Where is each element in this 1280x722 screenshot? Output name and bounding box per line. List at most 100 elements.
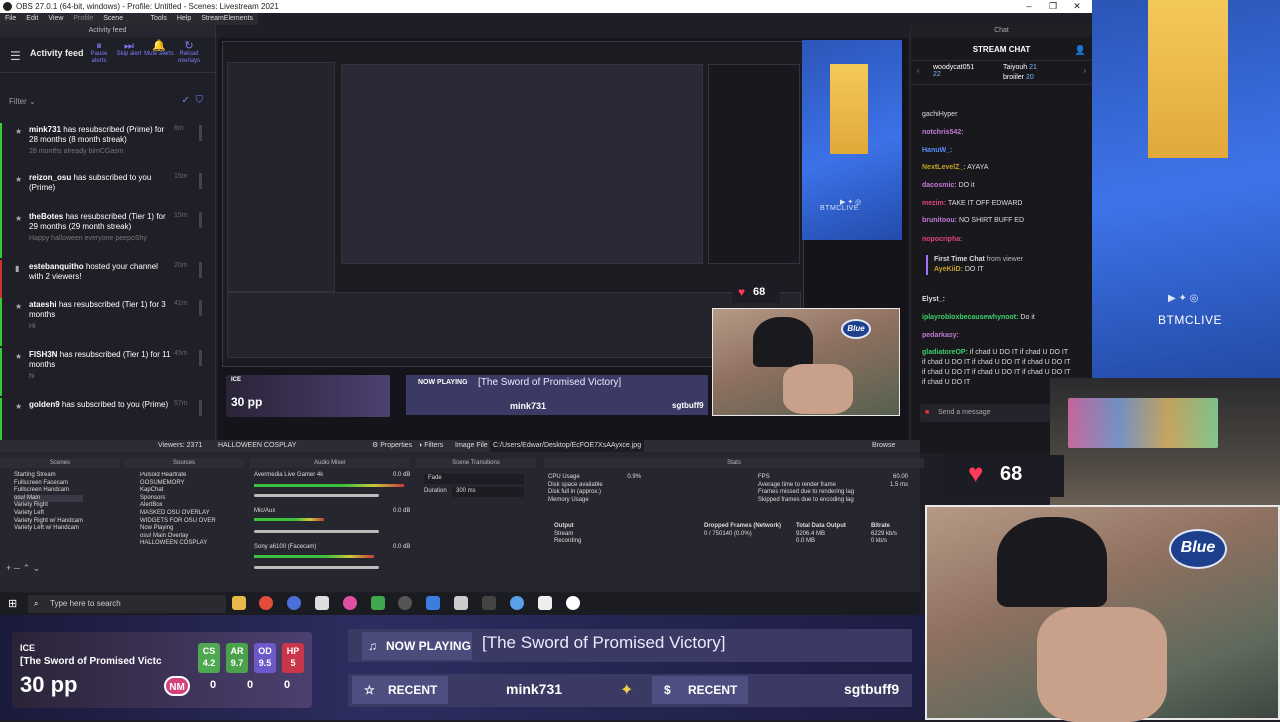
feed-item[interactable]: ★ golden9 has subscribed to you (Prime) … bbox=[0, 398, 210, 446]
menu-view[interactable]: View bbox=[43, 13, 68, 25]
feed-item[interactable]: ★ theBotes has resubscribed (Tier 1) for… bbox=[0, 210, 210, 258]
app-icon[interactable] bbox=[454, 596, 468, 610]
scene-item[interactable]: Variety Left w/ Handcam bbox=[14, 525, 83, 533]
app-icon[interactable] bbox=[315, 596, 329, 610]
scene-item[interactable]: Variety Left bbox=[14, 510, 83, 518]
scene-item[interactable]: Fullscreen Handcam bbox=[14, 487, 83, 495]
app-icon[interactable] bbox=[482, 596, 496, 610]
skip-alert-button[interactable]: ⏭ Skip alert bbox=[114, 41, 144, 58]
menu-edit[interactable]: Edit bbox=[21, 13, 43, 25]
hit-count-100: 0 bbox=[210, 679, 217, 691]
pause-alerts-button[interactable]: ⏸ Pause alerts bbox=[84, 41, 114, 65]
chevron-right-icon[interactable]: › bbox=[1084, 68, 1086, 75]
mini-player: ICE bbox=[231, 377, 242, 383]
menu-scene-collection[interactable]: Scene Collection bbox=[98, 13, 145, 34]
menu-profile[interactable]: Profile bbox=[68, 13, 98, 25]
activity-feed-toolbar: ☰ Activity feed ⏸ Pause alerts ⏭ Skip aler… bbox=[0, 37, 215, 73]
blue-mic-logo: Blue bbox=[1169, 529, 1227, 569]
transitions-title: Scene Transitions bbox=[416, 458, 536, 468]
stream-chat-title: STREAM CHAT bbox=[972, 45, 1031, 54]
chrome-icon[interactable] bbox=[259, 596, 273, 610]
menu-streamelements[interactable]: StreamElements bbox=[196, 13, 258, 25]
figure-torso bbox=[783, 364, 853, 414]
gold-banner-graphic bbox=[1148, 0, 1228, 158]
transition-select[interactable]: Fade bbox=[424, 474, 524, 484]
source-item[interactable]: AlertBox bbox=[140, 502, 242, 510]
source-item[interactable]: WIDGETS FOR OSU OVER bbox=[140, 518, 242, 526]
scene-item[interactable]: osu! Main bbox=[14, 494, 83, 503]
recent-donation-user: sgtbuff9 bbox=[844, 681, 900, 697]
feed-item[interactable]: ★ FISH3N has resubscribed (Tier 1) for 1… bbox=[0, 348, 210, 396]
chevron-left-icon[interactable]: ‹ bbox=[917, 68, 919, 75]
menu-help[interactable]: Help bbox=[172, 13, 196, 25]
activity-feed-dock: Activity feed ☰ Activity feed ⏸ Pause ale… bbox=[0, 25, 216, 453]
feed-item[interactable]: ★ mink731 has resubscribed (Prime) for 2… bbox=[0, 123, 210, 171]
stats-table: Output Dropped Frames (Network) Total Data… bbox=[554, 523, 898, 545]
scene-item[interactable]: Variety Right w/ Handcam bbox=[14, 518, 83, 526]
gifter-3: broiiler 20 bbox=[1003, 74, 1034, 81]
menu-file[interactable]: File bbox=[0, 13, 21, 25]
image-path-field[interactable]: C:/Users/Edwar/Desktop/EcFOE7XsAAyxce.jp… bbox=[490, 440, 645, 452]
maximize-button[interactable]: ❐ bbox=[1040, 0, 1066, 13]
first-time-chat-banner: First Time Chat from viewer AyeKiiD: DO I… bbox=[926, 255, 1084, 275]
file-explorer-icon[interactable] bbox=[232, 596, 246, 610]
blue-mic-logo: Blue bbox=[841, 319, 871, 339]
hamburger-menu-icon[interactable]: ☰ bbox=[10, 49, 21, 63]
mini-pp: 30 pp bbox=[231, 395, 263, 409]
windows-start-icon[interactable]: ⊞ bbox=[8, 597, 17, 610]
source-item[interactable]: osu! Main Overlay bbox=[140, 533, 242, 541]
browse-button[interactable]: Browse bbox=[872, 440, 895, 452]
obs-icon[interactable] bbox=[398, 596, 412, 610]
source-item[interactable]: KapChat bbox=[140, 487, 242, 495]
menu-tools[interactable]: Tools bbox=[146, 13, 172, 25]
scene-controls[interactable]: + ─ ⌃ ⌄ bbox=[6, 563, 40, 574]
properties-button[interactable]: ⚙ Properties bbox=[372, 440, 412, 452]
taskbar-search[interactable]: ⌕ Type here to search bbox=[28, 595, 226, 613]
app-icon[interactable] bbox=[426, 596, 440, 610]
mixer-volume-slider-1[interactable] bbox=[254, 494, 379, 497]
mixer-channel-2: Mic/Aux bbox=[254, 508, 276, 514]
filters-button[interactable]: ◑ Filters bbox=[418, 440, 443, 452]
mixer-volume-slider-3[interactable] bbox=[254, 566, 379, 569]
source-item[interactable]: Pulsoid Heartrate bbox=[140, 472, 242, 480]
mixer-meter-3 bbox=[254, 555, 374, 558]
users-icon[interactable]: 👤 bbox=[1075, 37, 1086, 63]
osu-icon[interactable] bbox=[343, 596, 357, 610]
feed-item[interactable]: ★ ataeshi has resubscribed (Tier 1) for … bbox=[0, 298, 210, 346]
app-icon[interactable] bbox=[287, 596, 301, 610]
recent-sub-user: mink731 bbox=[506, 681, 563, 697]
reload-overlays-button[interactable]: ↻ Reload overlays bbox=[174, 41, 204, 65]
close-button[interactable]: ✕ bbox=[1064, 0, 1090, 13]
sources-dock-title: Sources bbox=[124, 458, 244, 468]
app-icon[interactable] bbox=[538, 596, 552, 610]
source-item[interactable]: GOSUMEMORY bbox=[140, 480, 242, 488]
mini-heart-box: ♥ 68 bbox=[732, 283, 780, 303]
app-icon[interactable] bbox=[371, 596, 385, 610]
filter-dropdown[interactable]: Filter ⌄ bbox=[9, 97, 36, 106]
chat-input[interactable]: ■ Send a message bbox=[920, 404, 1050, 422]
chat-message: mezim: TAKE IT OFF EDWARD bbox=[922, 200, 1023, 207]
status-line: Viewers: 2371 HALLOWEEN COSPLAY ⚙ Proper… bbox=[0, 440, 920, 452]
mixer-volume-slider-2[interactable] bbox=[254, 530, 379, 533]
scene-item[interactable]: Starting Stream bbox=[14, 472, 83, 480]
source-item[interactable]: HALLOWEEN COSPLAY bbox=[140, 540, 242, 548]
feed-time: 6m bbox=[174, 125, 184, 132]
source-item[interactable]: Now Playing bbox=[140, 525, 242, 533]
app-icon[interactable] bbox=[566, 596, 580, 610]
duration-field[interactable]: 300 ms bbox=[452, 487, 524, 497]
scene-item[interactable]: Variety Right bbox=[14, 502, 83, 510]
source-item[interactable]: Sponsors bbox=[140, 495, 242, 503]
feed-message: 28 months already bimCGasm bbox=[29, 148, 124, 155]
checkmark-icon[interactable]: ✓ bbox=[182, 95, 190, 106]
inbox-icon[interactable]: ⛉ bbox=[196, 95, 204, 106]
stat-cs: CS 4.2 bbox=[198, 643, 220, 673]
source-item[interactable]: MASKED OSU OVERLAY bbox=[140, 510, 242, 518]
scene-item[interactable]: Fullscreen Facecam bbox=[14, 480, 83, 488]
channel-label-small: BTMCLIVE bbox=[820, 205, 860, 212]
chat-message: Elyst_: bbox=[922, 296, 945, 303]
minimize-button[interactable]: – bbox=[1016, 0, 1042, 13]
app-icon[interactable] bbox=[510, 596, 524, 610]
mute-alerts-button[interactable]: 🔔 Mute alerts bbox=[144, 41, 174, 58]
now-playing-song: [The Sword of Promised Victory] bbox=[482, 633, 726, 652]
nested-preview bbox=[341, 64, 703, 264]
